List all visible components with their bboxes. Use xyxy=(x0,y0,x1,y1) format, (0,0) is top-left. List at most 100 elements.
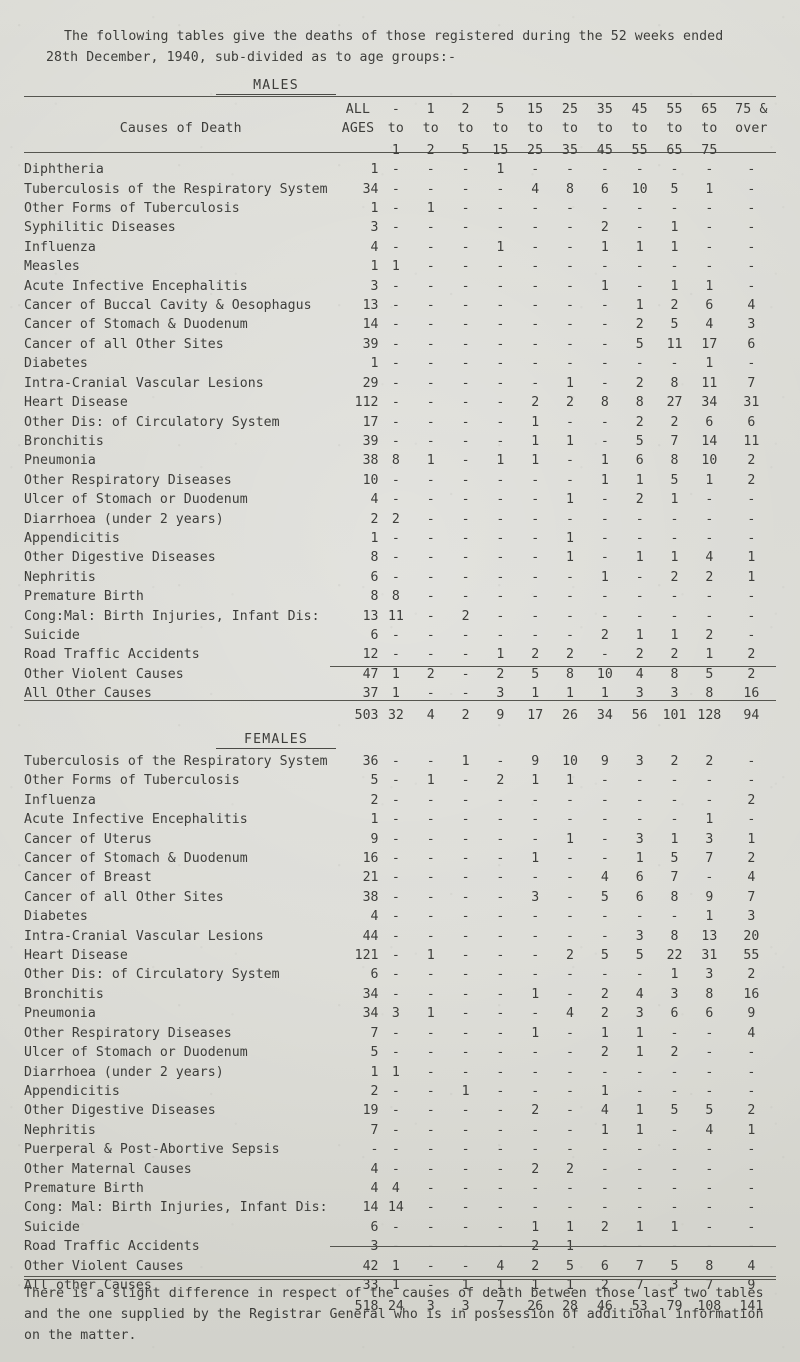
age-group-value: - xyxy=(461,792,470,808)
all-ages-value: 7 xyxy=(370,1122,379,1138)
cause-of-death-label: Influenza xyxy=(24,792,96,808)
age-group-value: 1 xyxy=(531,986,540,1002)
age-group-header-part: to xyxy=(387,121,405,137)
age-group-value: - xyxy=(635,569,644,585)
age-group-value: - xyxy=(426,1083,435,1099)
age-group-value: 1 xyxy=(670,831,679,847)
age-group-value: - xyxy=(635,220,644,236)
age-group-value: 3 xyxy=(531,889,540,905)
age-group-value: - xyxy=(391,928,400,944)
age-group-value: - xyxy=(496,928,505,944)
age-group-value: - xyxy=(600,928,609,944)
cause-of-death-label: Syphilitic Diseases xyxy=(24,220,176,236)
all-ages-value: 38 xyxy=(362,453,379,469)
age-group-value: - xyxy=(496,1219,505,1235)
cause-of-death-label: Diarrhoea (under 2 years) xyxy=(24,511,224,527)
age-group-value: 1 xyxy=(566,492,574,508)
age-group-value: 5 xyxy=(670,1103,679,1119)
all-ages-value: 2 xyxy=(370,511,379,527)
females-table-bottom-rule xyxy=(24,1276,776,1280)
age-group-value: 1 xyxy=(705,472,714,488)
age-group-value: 1 xyxy=(566,433,574,449)
cause-of-death-label: Other Respiratory Diseases xyxy=(24,472,232,488)
age-group-value: - xyxy=(496,336,505,352)
age-group-value: - xyxy=(531,792,540,808)
age-group-value: - xyxy=(600,909,609,925)
table-row: Cancer of Uterus 9- - - - -1-3 1 3 1 xyxy=(24,830,776,849)
age-group-value: 7 xyxy=(747,889,756,905)
age-group-value: - xyxy=(391,1025,400,1041)
age-group-header-part: ALL xyxy=(345,102,371,117)
cause-of-death-label: Measles xyxy=(24,259,80,275)
age-group-value: - xyxy=(496,550,505,566)
age-group-value: - xyxy=(426,414,435,430)
age-group-value: 3 xyxy=(635,754,644,769)
age-group-value: 1 xyxy=(566,530,574,546)
age-group-value: 2 xyxy=(747,851,756,867)
table-row: Other Maternal Causes 4- - - -2 2- - - - - xyxy=(24,1160,776,1179)
age-group-value: - xyxy=(496,909,505,925)
age-group-value: - xyxy=(531,831,540,847)
age-group-value: - xyxy=(566,608,574,624)
all-ages-value: 2 xyxy=(370,1083,379,1099)
age-group-value: - xyxy=(635,259,644,275)
age-group-value: - xyxy=(426,336,435,352)
age-group-value: - xyxy=(461,530,470,546)
age-group-value: - xyxy=(670,909,679,925)
females-table-caption: FEMALES xyxy=(216,732,336,749)
cause-of-death-label: Ulcer of Stomach or Duodenum xyxy=(24,1045,248,1061)
cause-of-death-label: Other Digestive Diseases xyxy=(24,1103,216,1119)
cause-of-death-label: Other Respiratory Diseases xyxy=(24,1025,232,1041)
age-group-value: 4 xyxy=(705,1122,714,1138)
age-group-value: - xyxy=(461,627,470,643)
age-group-value: 7 xyxy=(705,851,714,867)
age-group-value: - xyxy=(705,1180,714,1196)
cause-of-death-label: Tuberculosis of the Respiratory System xyxy=(24,754,328,769)
age-group-value: 17 xyxy=(701,336,718,352)
age-group-value: 2 xyxy=(566,647,574,663)
all-ages-value: 34 xyxy=(362,1006,379,1022)
age-group-value: - xyxy=(391,1122,400,1138)
table-row: Road Traffic Accidents 12- - -1 2 2-2 2 1 2 xyxy=(24,645,776,664)
total-value: 128 xyxy=(697,707,722,723)
age-group-header-part: to xyxy=(457,121,474,137)
age-group-header-part xyxy=(727,141,776,160)
age-group-value: - xyxy=(705,492,714,508)
table-row: Intra-Cranial Vascular Lesions 29- - - - -1-2… xyxy=(24,374,776,393)
all-ages-value: 6 xyxy=(370,627,379,643)
cause-of-death-label: Pneumonia xyxy=(24,1006,96,1022)
cause-of-death-label: Premature Birth xyxy=(24,589,144,605)
all-ages-value: 3 xyxy=(370,278,379,294)
age-group-value: - xyxy=(461,162,470,178)
age-group-value: - xyxy=(426,792,435,808)
age-group-value: - xyxy=(670,356,679,372)
age-group-value: - xyxy=(566,1122,574,1138)
cause-of-death-label: Other Forms of Tuberculosis xyxy=(24,201,240,217)
all-ages-value: 5 xyxy=(370,773,379,789)
age-group-value: - xyxy=(391,414,400,430)
age-group-value: - xyxy=(391,569,400,585)
table-row: Intra-Cranial Vascular Lesions 44- - - - - - -3… xyxy=(24,927,776,946)
age-group-value: - xyxy=(566,356,574,372)
age-group-value: 1 xyxy=(391,259,400,275)
age-group-value: - xyxy=(566,812,574,828)
age-group-value: - xyxy=(496,317,505,333)
age-group-value: - xyxy=(566,472,574,488)
all-ages-value: 121 xyxy=(354,948,379,964)
age-group-value: - xyxy=(496,569,505,585)
total-value: 26 xyxy=(562,707,578,723)
all-ages-value: 19 xyxy=(362,1103,379,1119)
age-group-value: 1 xyxy=(426,948,435,964)
age-group-value: - xyxy=(391,773,400,789)
age-group-value: - xyxy=(426,608,435,624)
age-group-value: - xyxy=(635,162,644,178)
age-group-value: - xyxy=(426,569,435,585)
age-group-value: 10 xyxy=(562,754,578,769)
age-group-value: 1 xyxy=(391,1064,400,1080)
age-group-value: 2 xyxy=(600,1045,609,1061)
age-group-header-part: - xyxy=(391,102,400,117)
table-row: Other Forms of Tuberculosis 1-1- - - - - - - - - xyxy=(24,199,776,218)
age-group-value: - xyxy=(496,278,505,294)
age-group-value: - xyxy=(426,472,435,488)
age-group-value: - xyxy=(531,948,540,964)
